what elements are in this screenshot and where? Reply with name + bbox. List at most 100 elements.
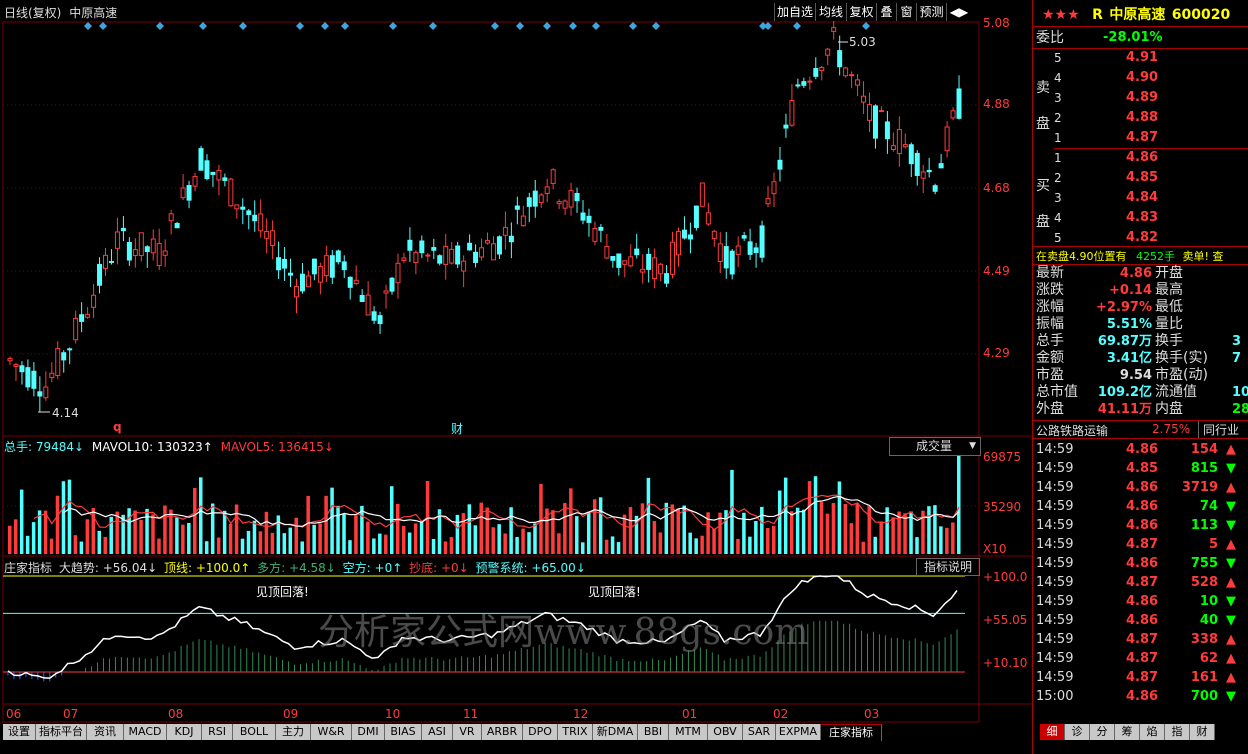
candle-body	[389, 277, 395, 292]
month-label: 07	[63, 707, 79, 721]
toolbar-button-4[interactable]: 窗	[896, 3, 916, 21]
candle-body	[294, 285, 299, 298]
candle-body	[144, 246, 150, 253]
quote-tab-2[interactable]: 分	[1090, 724, 1115, 740]
indicator-tab-13[interactable]: ARBR	[482, 724, 523, 740]
indicator-tab-1[interactable]: 指标平台	[36, 724, 87, 740]
buy-price[interactable]: 4.83	[1126, 209, 1158, 227]
event-marker-q[interactable]: q	[113, 420, 122, 434]
tick-volume: 815	[1190, 461, 1218, 476]
quote-tab-0[interactable]: 细	[1040, 724, 1065, 740]
indicator-tab-17[interactable]: BBI	[638, 724, 669, 740]
indicator-tab-5[interactable]: RSI	[202, 724, 233, 740]
indicator-tab-14[interactable]: DPO	[523, 724, 558, 740]
indicator-tab-8[interactable]: W&R	[311, 724, 352, 740]
indicator-tab-6[interactable]: BOLL	[233, 724, 276, 740]
volume-bar	[766, 527, 770, 554]
indicator-tab-3[interactable]: MACD	[124, 724, 167, 740]
candle-body	[485, 240, 490, 244]
sector-name[interactable]: 公路铁路运输	[1036, 422, 1108, 439]
volume-bar	[700, 535, 704, 554]
quote-stock-code: 600020	[1171, 7, 1231, 23]
candle-body	[377, 315, 383, 325]
candle-body	[562, 200, 568, 209]
buy-price[interactable]: 4.82	[1126, 229, 1158, 247]
indicator-tab-0[interactable]: 设置	[3, 724, 36, 740]
quote-tab-1[interactable]: 诊	[1065, 724, 1090, 740]
volume-indicator-dropdown[interactable]: 成交量 ▼	[889, 437, 981, 456]
candle-body	[252, 214, 258, 222]
indicator-tab-22[interactable]: 庄家指标	[821, 724, 882, 741]
toolbar-button-0[interactable]: 加自选	[774, 3, 815, 21]
candle-body	[544, 186, 550, 194]
indicator-tab-12[interactable]: VR	[453, 724, 482, 740]
toolbar-button-5[interactable]: 预测	[916, 3, 946, 21]
indicator-tab-15[interactable]: TRIX	[558, 724, 593, 740]
same-industry-button[interactable]: 同行业	[1198, 421, 1239, 438]
indicator-tab-11[interactable]: ASI	[422, 724, 453, 740]
volume-bar	[533, 523, 537, 554]
toolbar-button-2[interactable]: 复权	[846, 3, 876, 21]
volume-bar	[783, 477, 788, 554]
candle-body	[622, 260, 628, 265]
volume-bar	[592, 499, 597, 554]
indicator-tab-19[interactable]: OBV	[708, 724, 743, 740]
indicator-tab-9[interactable]: DMI	[352, 724, 385, 740]
buy-price[interactable]: 4.84	[1126, 189, 1158, 207]
sell-price[interactable]: 4.88	[1126, 109, 1158, 127]
indicator-tab-10[interactable]: BIAS	[385, 724, 422, 740]
toolbar-button-6[interactable]: ◀▶	[946, 3, 971, 21]
sell-level: 4	[1054, 71, 1062, 85]
buy-price[interactable]: 4.85	[1126, 169, 1158, 187]
sell-price[interactable]: 4.90	[1126, 69, 1158, 87]
volume-bar	[527, 532, 531, 554]
indicator-tab-21[interactable]: EXPMA	[776, 724, 821, 740]
sell-price[interactable]: 4.87	[1126, 129, 1158, 147]
tick-row: 14:59 4.86 113 ▼	[1036, 516, 1242, 535]
quote-tab-6[interactable]: 财	[1190, 724, 1215, 740]
sell-price[interactable]: 4.89	[1126, 89, 1158, 107]
large-order-notice[interactable]: 在卖盘4.90位置有 4252手 卖单! 查	[1036, 248, 1223, 264]
indicator-tab-20[interactable]: SAR	[743, 724, 776, 740]
toolbar-button-1[interactable]: 均线	[815, 3, 846, 21]
toolbar-button-3[interactable]: 叠	[876, 3, 896, 21]
event-marker-finance[interactable]: 财	[451, 420, 463, 437]
volume-bar	[145, 508, 149, 554]
volume-bar	[264, 511, 269, 554]
buy-price[interactable]: 4.86	[1126, 149, 1158, 167]
candle-body	[216, 169, 222, 181]
stat-value-2: 10	[1232, 385, 1248, 400]
candle-body	[795, 84, 801, 87]
volume-bar	[246, 530, 251, 554]
stat-label-2: 换手	[1155, 333, 1183, 349]
tick-row: 14:59 4.87 5 ▲	[1036, 535, 1242, 554]
arrow-up-icon: ▲	[1226, 442, 1236, 457]
volume-bar	[342, 514, 346, 554]
indicator-tab-16[interactable]: 新DMA	[593, 724, 638, 740]
indicator-tab-2[interactable]: 资讯	[87, 724, 124, 740]
volume-bar	[461, 513, 466, 554]
volume-bar	[240, 538, 245, 554]
quote-tab-3[interactable]: 筹	[1115, 724, 1140, 740]
sell-price[interactable]: 4.91	[1126, 49, 1158, 67]
quote-tab-4[interactable]: 焰	[1140, 724, 1165, 740]
candle-body	[664, 273, 670, 284]
volume-bar	[354, 515, 358, 554]
arrow-down-icon: ▼	[1226, 556, 1236, 571]
indicator-tab-4[interactable]: KDJ	[167, 724, 202, 740]
candle-body	[920, 171, 926, 179]
indicator-help-button[interactable]: 指标说明	[916, 558, 980, 576]
arrow-down-icon: ▼	[1226, 613, 1236, 628]
watermark: 分析家公式网www.88gs.com	[318, 612, 809, 653]
volume-bar	[563, 502, 567, 554]
indicator-tab-7[interactable]: 主力	[276, 724, 311, 740]
volume-bar	[658, 532, 663, 554]
volume-bar	[879, 522, 883, 554]
indicator-tab-18[interactable]: MTM	[669, 724, 708, 740]
margin-flag: R	[1092, 7, 1103, 23]
volume-bar	[915, 537, 919, 554]
candle-body	[759, 225, 765, 258]
volume-bar	[772, 525, 776, 554]
quote-tab-5[interactable]: 指	[1165, 724, 1190, 740]
signal-diamond	[156, 22, 164, 30]
